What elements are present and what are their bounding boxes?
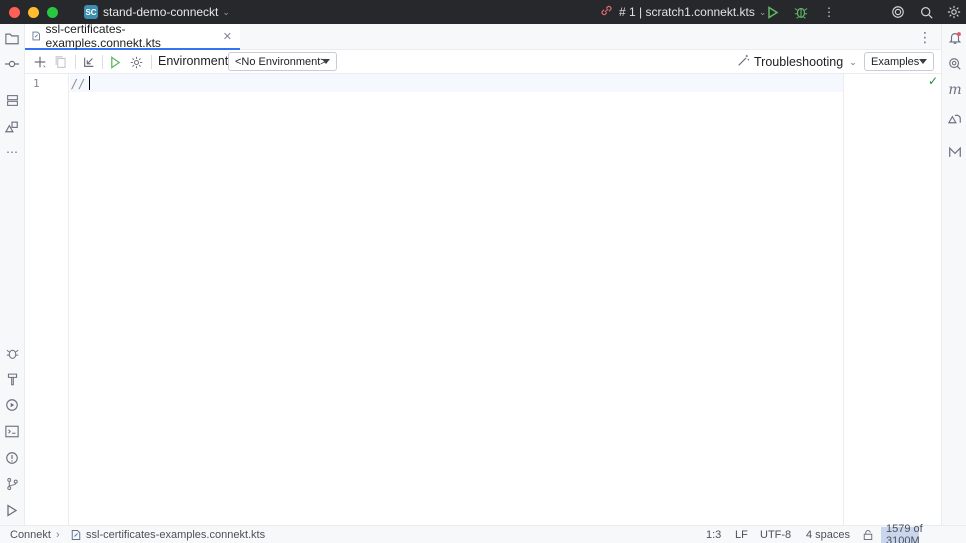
environment-label: Environment: — [158, 54, 232, 68]
close-icon[interactable]: ✕ — [223, 30, 232, 43]
shapes-icon[interactable] — [3, 117, 21, 135]
current-line-highlight — [70, 74, 843, 92]
terminal-icon[interactable] — [3, 422, 21, 440]
status-bar: Connekt › ssl-certificates-examples.conn… — [0, 523, 966, 543]
project-badge: SC — [84, 5, 98, 19]
magic-wand-icon — [737, 54, 750, 70]
text-cursor — [89, 76, 91, 90]
copy-icon[interactable] — [52, 53, 70, 71]
line-number-gutter: 1 — [25, 74, 69, 525]
window-controls — [9, 6, 58, 18]
run-config-label: # 1 | scratch1.connekt.kts — [619, 5, 755, 19]
more-horizontal-icon[interactable]: ⋯ — [3, 143, 21, 161]
settings-gear-icon[interactable] — [127, 53, 145, 71]
project-selector[interactable]: SC stand-demo-conneckt ⌄ — [84, 5, 230, 19]
troubleshooting-button[interactable]: Troubleshooting ⌄ — [737, 53, 857, 71]
breadcrumb-project[interactable]: Connekt — [10, 528, 51, 542]
left-tool-window-bar: ⋯ — [0, 24, 25, 525]
run-all-icon[interactable] — [106, 53, 124, 71]
code-line-text: // — [71, 77, 86, 91]
commit-icon[interactable] — [3, 55, 21, 73]
ai-chat-icon[interactable] — [946, 55, 964, 73]
minimize-window-button[interactable] — [28, 6, 39, 18]
no-problems-check-icon[interactable]: ✓ — [928, 74, 938, 88]
problems-icon[interactable] — [3, 449, 21, 467]
examples-dropdown[interactable]: Examples — [864, 52, 934, 71]
dropdown-caret-icon — [322, 59, 330, 64]
code-line[interactable]: // — [71, 76, 91, 91]
breadcrumb-file[interactable]: ssl-certificates-examples.connekt.kts — [70, 528, 265, 542]
maximize-window-button[interactable] — [47, 6, 58, 18]
more-vertical-icon[interactable]: ⋮ — [917, 28, 933, 46]
chevron-down-icon: ⌄ — [222, 6, 230, 17]
connekt-toolbar: Environment: <No Environment> Troublesho… — [25, 50, 941, 74]
search-icon[interactable] — [917, 3, 935, 21]
ai-assistant-icon[interactable] — [889, 3, 907, 21]
debug-icon[interactable] — [792, 3, 810, 21]
line-ending[interactable]: LF — [735, 528, 748, 542]
git-branch-icon[interactable] — [3, 475, 21, 493]
services-icon[interactable] — [3, 396, 21, 414]
run-tool-icon[interactable] — [3, 501, 21, 519]
import-icon[interactable] — [80, 53, 98, 71]
gradle-icon[interactable] — [946, 108, 964, 126]
environment-value: <No Environment> — [235, 55, 327, 68]
tab-label: ssl-certificates-examples.connekt.kts — [45, 22, 161, 50]
maven-m-icon[interactable]: m — [946, 81, 964, 99]
toolbar-separator — [102, 55, 103, 69]
line-number: 1 — [33, 77, 40, 90]
title-bar: SC stand-demo-conneckt ⌄ # 1 | scratch1.… — [0, 0, 966, 24]
troubleshooting-label: Troubleshooting — [754, 55, 844, 69]
toolbar-separator — [75, 55, 76, 69]
connekt-file-icon — [71, 530, 81, 540]
run-icon[interactable] — [764, 3, 782, 21]
read-only-lock-icon[interactable] — [862, 528, 874, 542]
debug-tool-icon[interactable] — [3, 344, 21, 362]
examples-label: Examples — [871, 55, 920, 68]
run-config-selector[interactable]: # 1 | scratch1.connekt.kts ⌄ — [600, 0, 766, 24]
editor-tab-bar: ssl-certificates-examples.connekt.kts ✕ … — [25, 22, 941, 50]
structure-icon[interactable] — [3, 91, 21, 109]
link-icon — [600, 4, 613, 20]
right-tool-window-bar: m — [941, 24, 966, 525]
code-editor[interactable]: 1 // ✓ — [25, 74, 941, 525]
breadcrumb-separator-icon: › — [56, 529, 60, 541]
right-margin-guide — [843, 74, 844, 525]
build-hammer-icon[interactable] — [3, 370, 21, 388]
environment-select[interactable]: <No Environment> — [228, 52, 337, 71]
dropdown-caret-icon — [919, 59, 927, 64]
memory-indicator[interactable]: 1579 of 3100M — [881, 523, 956, 543]
file-encoding[interactable]: UTF-8 — [760, 528, 791, 542]
connekt-file-icon — [32, 31, 40, 41]
caret-position[interactable]: 1:3 — [706, 528, 721, 542]
add-request-icon[interactable] — [31, 53, 49, 71]
settings-gear-icon[interactable] — [945, 3, 963, 21]
toolbar-separator — [151, 55, 152, 69]
project-name: stand-demo-conneckt — [103, 5, 219, 19]
indent-setting[interactable]: 4 spaces — [806, 528, 850, 542]
close-window-button[interactable] — [9, 6, 20, 18]
notifications-bell-icon[interactable] — [946, 29, 964, 47]
more-vertical-icon[interactable]: ⋮ — [820, 3, 838, 21]
chevron-down-icon: ⌄ — [849, 56, 857, 67]
markdown-m-icon[interactable] — [946, 143, 964, 161]
project-folder-icon[interactable] — [3, 29, 21, 47]
tab-ssl-certificates-examples[interactable]: ssl-certificates-examples.connekt.kts ✕ — [25, 22, 240, 50]
